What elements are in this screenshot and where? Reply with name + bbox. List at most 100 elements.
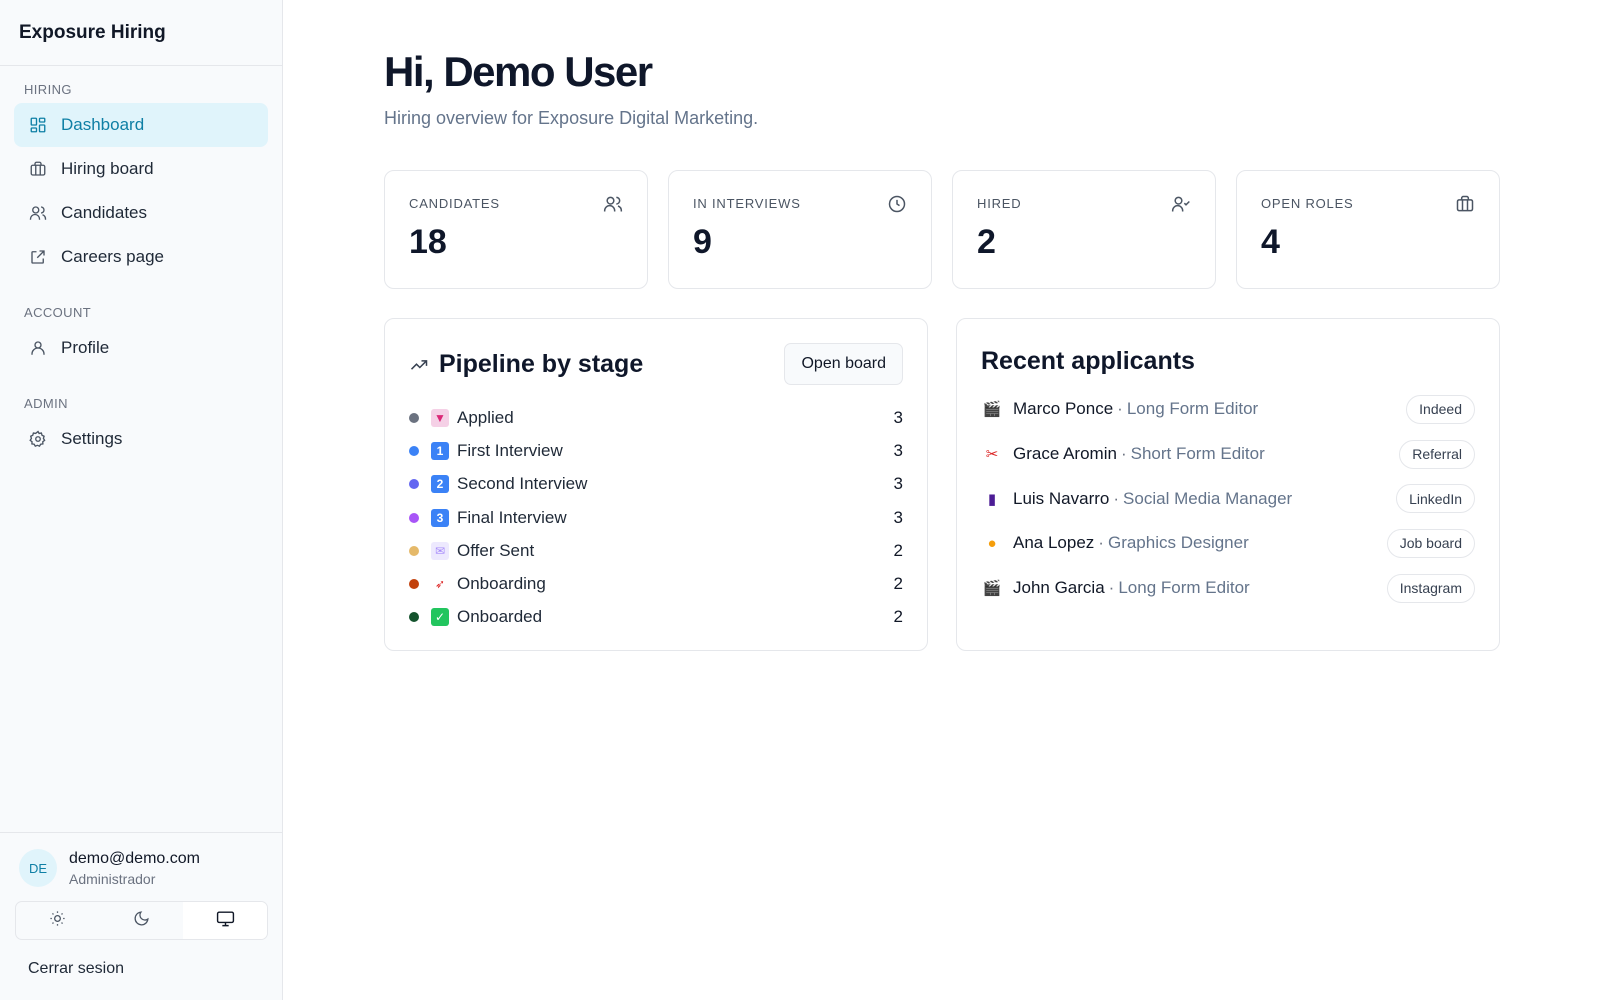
applicant-role: Long Form Editor [1126, 399, 1259, 419]
recent-applicants-title: Recent applicants [981, 347, 1195, 375]
users-icon [603, 194, 625, 216]
separator-dot: · [1098, 533, 1104, 553]
stat-label: OPEN ROLES [1261, 196, 1354, 211]
logout-button[interactable]: Cerrar sesion [0, 940, 283, 1000]
stage-count: 3 [893, 507, 903, 527]
open-board-button[interactable]: Open board [784, 343, 903, 385]
clapper-emoji: 🎬 [982, 401, 1002, 419]
stat-value: 4 [1261, 223, 1280, 261]
stat-value: 9 [693, 223, 712, 261]
stage-dot [409, 512, 419, 523]
sidebar-item-label: Hiring board [61, 159, 154, 178]
pipeline-stage-row: ▼ Applied 3 [409, 401, 903, 434]
stat-label: IN INTERVIEWS [693, 196, 801, 211]
user-email: demo@demo.com [69, 849, 200, 867]
stage-name: Offer Sent [457, 540, 535, 560]
pipeline-title-text: Pipeline by stage [439, 349, 644, 378]
sidebar-item-dashboard[interactable]: Dashboard [14, 103, 268, 147]
users-icon [28, 203, 48, 223]
sidebar-item-candidates[interactable]: Candidates [14, 191, 268, 235]
sun-icon [49, 910, 66, 932]
applicant-row[interactable]: 🎬 John Garcia · Long Form Editor Instagram [981, 566, 1475, 611]
sidebar-item-label: Profile [61, 338, 110, 357]
stage-list: ▼ Applied 3 1 First Interview 3 2 Second Interv… [409, 401, 903, 634]
stat-card-open-roles: OPEN ROLES 4 [1236, 170, 1500, 289]
stage-dot [409, 612, 419, 623]
sidebar-item-profile[interactable]: Profile [14, 326, 268, 370]
stage-name: Final Interview [457, 507, 567, 527]
keycap-3-emoji: 3 [431, 508, 449, 527]
phone-emoji: ▮ [987, 490, 997, 508]
rocket-emoji: ➶ [434, 577, 446, 592]
applicant-row[interactable]: 🎬 Marco Ponce · Long Form Editor Indeed [981, 387, 1475, 432]
pipeline-stage-row: ✓ Onboarded 2 [409, 601, 903, 634]
stage-count: 2 [893, 574, 903, 594]
stats-row: CANDIDATES 18 IN INTERVIEWS 9 HIRED 2 OP… [384, 170, 1500, 289]
applicant-list: 🎬 Marco Ponce · Long Form Editor Indeed ✂ Grac… [981, 387, 1475, 610]
clapper-emoji: 🎬 [982, 580, 1002, 598]
sidebar-item-settings[interactable]: Settings [14, 417, 268, 461]
stat-value: 18 [409, 223, 447, 261]
stage-name: First Interview [457, 440, 563, 460]
theme-system-button[interactable] [183, 902, 267, 939]
stat-value: 2 [977, 223, 996, 261]
stage-count: 2 [893, 540, 903, 560]
stage-dot [409, 412, 419, 423]
scissors-emoji: ✂ [985, 446, 999, 464]
applicant-row[interactable]: ● Ana Lopez · Graphics Designer Job board [981, 521, 1475, 566]
inbox-tray-emoji: ▼ [431, 408, 449, 427]
stat-card-candidates: CANDIDATES 18 [384, 170, 648, 289]
pipeline-header: Pipeline by stage Open board [409, 343, 903, 385]
user-check-icon [1171, 194, 1193, 216]
pipeline-stage-row: 1 First Interview 3 [409, 434, 903, 467]
applicant-source-badge: LinkedIn [1396, 484, 1475, 514]
pipeline-stage-row: 3 Final Interview 3 [409, 501, 903, 534]
stage-name: Onboarded [457, 607, 543, 627]
clock-icon [887, 194, 909, 216]
theme-dark-button[interactable] [100, 902, 184, 939]
applicant-source-badge: Indeed [1406, 394, 1475, 424]
stage-count: 2 [893, 607, 903, 627]
moon-icon [133, 910, 150, 932]
trending-up-icon [409, 353, 431, 375]
applicant-name: Luis Navarro [1013, 488, 1110, 508]
sidebar-item-careers-page[interactable]: Careers page [14, 235, 268, 279]
pipeline-stage-row: ✉ Offer Sent 2 [409, 534, 903, 567]
monitor-icon [216, 909, 235, 933]
stage-dot [409, 545, 419, 556]
section-title-hiring: HIRING [24, 82, 72, 97]
applicant-role: Short Form Editor [1130, 444, 1265, 464]
applicant-role: Long Form Editor [1118, 578, 1250, 598]
section-title-admin: ADMIN [24, 396, 68, 411]
keycap-1-emoji: 1 [431, 441, 449, 460]
stage-count: 3 [893, 407, 903, 427]
briefcase-icon [28, 159, 48, 179]
separator-dot: · [1117, 399, 1123, 419]
brand-name: Exposure Hiring [0, 0, 282, 66]
applicant-row[interactable]: ✂ Grace Aromin · Short Form Editor Referral [981, 432, 1475, 477]
applicant-source-badge: Instagram [1386, 573, 1475, 603]
applicant-role: Graphics Designer [1107, 533, 1249, 553]
panels-row: Pipeline by stage Open board ▼ Applied 3 1 F… [384, 318, 1500, 651]
sidebar-item-label: Candidates [61, 203, 148, 222]
theme-light-button[interactable] [16, 902, 100, 939]
theme-toggle [15, 901, 268, 940]
applicant-name: John Garcia [1013, 578, 1105, 598]
separator-dot: · [1108, 578, 1115, 598]
check-mark-emoji: ✓ [431, 608, 449, 627]
section-title-account: ACCOUNT [24, 305, 92, 320]
envelope-emoji: ✉ [431, 541, 449, 560]
stage-dot [409, 579, 419, 590]
sidebar-item-hiring-board[interactable]: Hiring board [14, 147, 268, 191]
user-profile[interactable]: DE demo@demo.com Administrador [0, 849, 283, 887]
stat-label: CANDIDATES [409, 196, 500, 211]
gear-icon [28, 429, 48, 449]
stage-dot [409, 445, 419, 456]
separator-dot: · [1113, 488, 1120, 508]
sidebar-footer: DE demo@demo.com Administrador Cerrar se… [0, 832, 283, 1000]
applicant-source-badge: Referral [1399, 439, 1475, 469]
applicant-row[interactable]: ▮ Luis Navarro · Social Media Manager Linked… [981, 476, 1475, 521]
applicant-name: Marco Ponce [1013, 399, 1114, 419]
main-content: Hi, Demo User Hiring overview for Exposu… [384, 0, 1500, 651]
keycap-2-emoji: 2 [431, 475, 449, 494]
